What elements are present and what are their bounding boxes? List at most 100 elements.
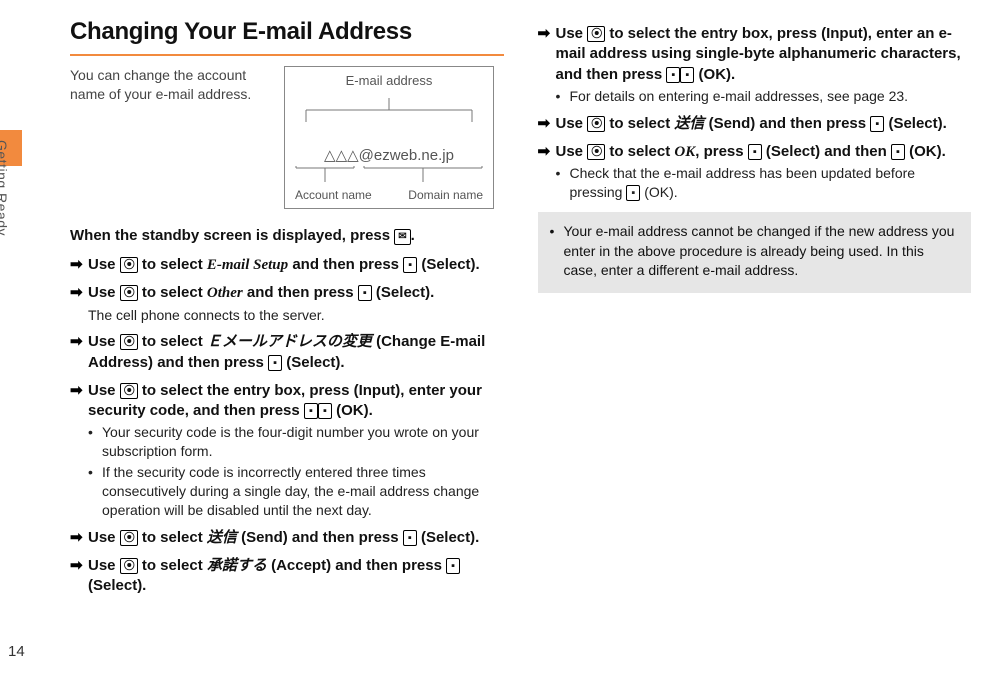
step-body: Use ⦿ to select OK, press ▪ (Select) and… (556, 142, 972, 202)
center-key-icon: ▪ (626, 185, 640, 201)
step-body: Use ⦿ to select the entry box, press (In… (88, 381, 504, 520)
step-sub-bullet: •If the security code is incorrectly ent… (88, 463, 504, 520)
step-arrow-icon: ➡ (538, 24, 556, 106)
bullet-dot: • (556, 87, 570, 106)
bullet-dot: • (88, 423, 102, 461)
step-arrow-icon: ➡ (70, 381, 88, 520)
step: ➡Use ⦿ to select 承諾する (Accept) and then … (70, 556, 504, 597)
mail-key-icon: ✉ (394, 229, 410, 245)
step-option: Other (207, 285, 243, 301)
left-column: Changing Your E-mail Address You can cha… (70, 18, 504, 603)
lead-post: . (411, 227, 415, 244)
step-text: Use ⦿ to select Other and then press ▪ (… (88, 283, 434, 303)
step: ➡Use ⦿ to select Ｅメールアドレスの変更 (Change E-m… (70, 332, 504, 373)
right-column: ➡Use ⦿ to select the entry box, press (I… (538, 24, 972, 603)
step-body: Use ⦿ to select 送信 (Send) and then press… (88, 528, 479, 548)
bullet-text: For details on entering e-mail addresses… (570, 87, 909, 106)
page-number: 14 (8, 643, 25, 660)
title-rule (70, 54, 504, 56)
lead-line: When the standby screen is displayed, pr… (70, 227, 504, 245)
step-arrow-icon: ➡ (70, 556, 88, 597)
diagram-label-account: Account name (295, 188, 372, 202)
step-option: Ｅメールアドレスの変更 (207, 333, 372, 350)
step-arrow-icon: ➡ (538, 142, 556, 202)
step-sub-bullet: •Check that the e-mail address has been … (556, 164, 972, 202)
step-text: Use ⦿ to select 承諾する (Accept) and then p… (88, 556, 504, 597)
manual-page: Getting Ready 14 Changing Your E-mail Ad… (0, 0, 1001, 676)
step-sub: •Your security code is the four-digit nu… (88, 423, 504, 519)
step-sub-bullet: •Your security code is the four-digit nu… (88, 423, 504, 461)
step-text: Use ⦿ to select 送信 (Send) and then press… (88, 528, 479, 548)
step: ➡Use ⦿ to select OK, press ▪ (Select) an… (538, 142, 972, 202)
page-title: Changing Your E-mail Address (70, 18, 504, 46)
step-body: Use ⦿ to select 送信 (Send) and then press… (556, 114, 947, 134)
diagram-lines (294, 96, 484, 136)
diagram-lines2 (294, 166, 484, 188)
nav-key-icon: ⦿ (120, 558, 138, 574)
step: ➡Use ⦿ to select 送信 (Send) and then pres… (538, 114, 972, 134)
bullet-dot: • (556, 164, 570, 202)
section-label: Getting Ready (0, 140, 10, 236)
center-key-icon: ▪ (268, 355, 282, 371)
bullet-text: Your security code is the four-digit num… (102, 423, 504, 461)
step-body: Use ⦿ to select Other and then press ▪ (… (88, 283, 434, 324)
center-key-icon: ▪ (666, 67, 680, 83)
nav-key-icon: ⦿ (587, 26, 605, 42)
nav-key-icon: ⦿ (120, 285, 138, 301)
step: ➡Use ⦿ to select the entry box, press (I… (70, 381, 504, 520)
step-sub: •Check that the e-mail address has been … (556, 164, 972, 202)
step-text: Use ⦿ to select E-mail Setup and then pr… (88, 255, 480, 275)
center-key-icon: ▪ (403, 530, 417, 546)
nav-key-icon: ⦿ (120, 257, 138, 273)
step-text: Use ⦿ to select OK, press ▪ (Select) and… (556, 142, 972, 162)
center-key-icon: ▪ (318, 403, 332, 419)
center-key-icon: ▪ (748, 144, 762, 160)
step-arrow-icon: ➡ (538, 114, 556, 134)
step-text: Use ⦿ to select the entry box, press (In… (88, 381, 504, 422)
bullet-dot: • (88, 463, 102, 520)
step-body: Use ⦿ to select E-mail Setup and then pr… (88, 255, 480, 275)
step-sub: •For details on entering e-mail addresse… (556, 87, 972, 106)
step-option: E-mail Setup (207, 257, 288, 273)
step-option: 送信 (207, 529, 237, 546)
step: ➡Use ⦿ to select the entry box, press (I… (538, 24, 972, 106)
step-arrow-icon: ➡ (70, 528, 88, 548)
step-arrow-icon: ➡ (70, 255, 88, 275)
note-text: Your e-mail address cannot be changed if… (564, 222, 960, 281)
step-arrow-icon: ➡ (70, 283, 88, 324)
bullet-text: Check that the e-mail address has been u… (570, 164, 972, 202)
step-text: Use ⦿ to select Ｅメールアドレスの変更 (Change E-ma… (88, 332, 504, 373)
center-key-icon: ▪ (891, 144, 905, 160)
step-arrow-icon: ➡ (70, 332, 88, 373)
center-key-icon: ▪ (870, 116, 884, 132)
diagram-heading: E-mail address (293, 73, 485, 88)
step-option: 承諾する (207, 557, 267, 574)
nav-key-icon: ⦿ (587, 144, 605, 160)
step-sub-bullet: •For details on entering e-mail addresse… (556, 87, 972, 106)
diagram-label-domain: Domain name (408, 188, 483, 202)
step: ➡Use ⦿ to select Other and then press ▪ … (70, 283, 504, 324)
bullet-dot: • (550, 222, 564, 281)
lead-pre: When the standby screen is displayed, pr… (70, 227, 394, 244)
step-body: Use ⦿ to select Ｅメールアドレスの変更 (Change E-ma… (88, 332, 504, 373)
center-key-icon: ▪ (680, 67, 694, 83)
nav-key-icon: ⦿ (120, 530, 138, 546)
step-option: 送信 (674, 115, 704, 132)
intro-text: You can change the account name of your … (70, 66, 270, 104)
step-body: Use ⦿ to select the entry box, press (In… (556, 24, 972, 106)
step: ➡Use ⦿ to select E-mail Setup and then p… (70, 255, 504, 275)
note-box: • Your e-mail address cannot be changed … (538, 212, 972, 293)
email-diagram: E-mail address △△△@ezweb.ne.jp (284, 66, 494, 209)
step-text: Use ⦿ to select the entry box, press (In… (556, 24, 972, 85)
step-text: Use ⦿ to select 送信 (Send) and then press… (556, 114, 947, 134)
center-key-icon: ▪ (446, 558, 460, 574)
bullet-text: If the security code is incorrectly ente… (102, 463, 504, 520)
center-key-icon: ▪ (304, 403, 318, 419)
step-sub: The cell phone connects to the server. (88, 306, 434, 325)
step-option: OK (674, 144, 695, 160)
center-key-icon: ▪ (403, 257, 417, 273)
step: ➡Use ⦿ to select 送信 (Send) and then pres… (70, 528, 504, 548)
nav-key-icon: ⦿ (120, 334, 138, 350)
diagram-address: △△△@ezweb.ne.jp (293, 146, 485, 164)
center-key-icon: ▪ (358, 285, 372, 301)
